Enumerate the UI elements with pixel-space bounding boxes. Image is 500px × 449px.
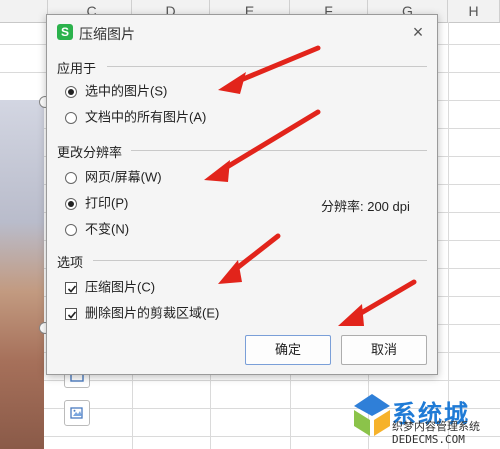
radio-button-checked[interactable] [65,85,77,98]
compress-picture-dialog: S 压缩图片 × 应用于 选中的图片(S) 文档中的所有图片(A) 更改分辨率 … [46,14,438,375]
radio-all-pictures-label: 文档中的所有图片(A) [85,109,207,125]
cancel-button[interactable]: 取消 [341,335,427,365]
radio-unchanged[interactable]: 不变(N) [65,220,129,238]
radio-web-screen[interactable]: 网页/屏幕(W) [65,168,162,186]
checkbox-compress-pictures-label: 压缩图片(C) [85,279,156,295]
checkbox[interactable] [65,281,77,294]
radio-button-checked[interactable] [65,197,77,210]
watermark-subtitle: 织梦内容管理系统 [392,421,480,433]
watermark-url: DEDECMS.COM [392,433,465,446]
radio-selected-picture-label: 选中的图片(S) [85,83,168,99]
radio-unchanged-label: 不变(N) [85,221,130,237]
radio-web-screen-label: 网页/屏幕(W) [85,169,162,185]
wps-app-icon: S [57,24,73,40]
dialog-title: 压缩图片 [79,26,135,42]
ok-button[interactable]: 确定 [245,335,331,365]
picture-crop-tool-button[interactable] [64,400,90,426]
resolution-value: 分辨率: 200 dpi [321,199,410,214]
radio-all-pictures[interactable]: 文档中的所有图片(A) [65,108,206,126]
options-section-label: 选项 [57,255,84,270]
apply-to-section-label: 应用于 [57,61,97,76]
checkbox-compress-pictures[interactable]: 压缩图片(C) [65,278,155,296]
resolution-section-label: 更改分辨率 [57,145,123,160]
selected-picture[interactable] [0,100,44,449]
radio-button[interactable] [65,111,77,124]
watermark-logo-icon [354,394,390,436]
picture-edit-icon [70,407,83,419]
options-divider [93,260,427,261]
radio-button[interactable] [65,171,77,184]
checkbox-delete-cropped-areas[interactable]: 删除图片的剪裁区域(E) [65,304,219,322]
radio-selected-picture[interactable]: 选中的图片(S) [65,82,167,100]
resolution-divider [131,150,427,151]
column-header-h[interactable]: H [448,0,500,22]
dialog-titlebar[interactable]: S 压缩图片 × [47,15,437,49]
checkmark-icon [67,285,77,293]
apply-to-divider [107,66,427,67]
close-button[interactable]: × [407,21,429,43]
checkmark-icon [67,311,77,319]
checkbox[interactable] [65,307,77,320]
radio-button[interactable] [65,223,77,236]
checkbox-delete-cropped-areas-label: 删除图片的剪裁区域(E) [85,305,220,321]
radio-print-label: 打印(P) [85,195,129,211]
radio-print[interactable]: 打印(P) [65,194,128,212]
